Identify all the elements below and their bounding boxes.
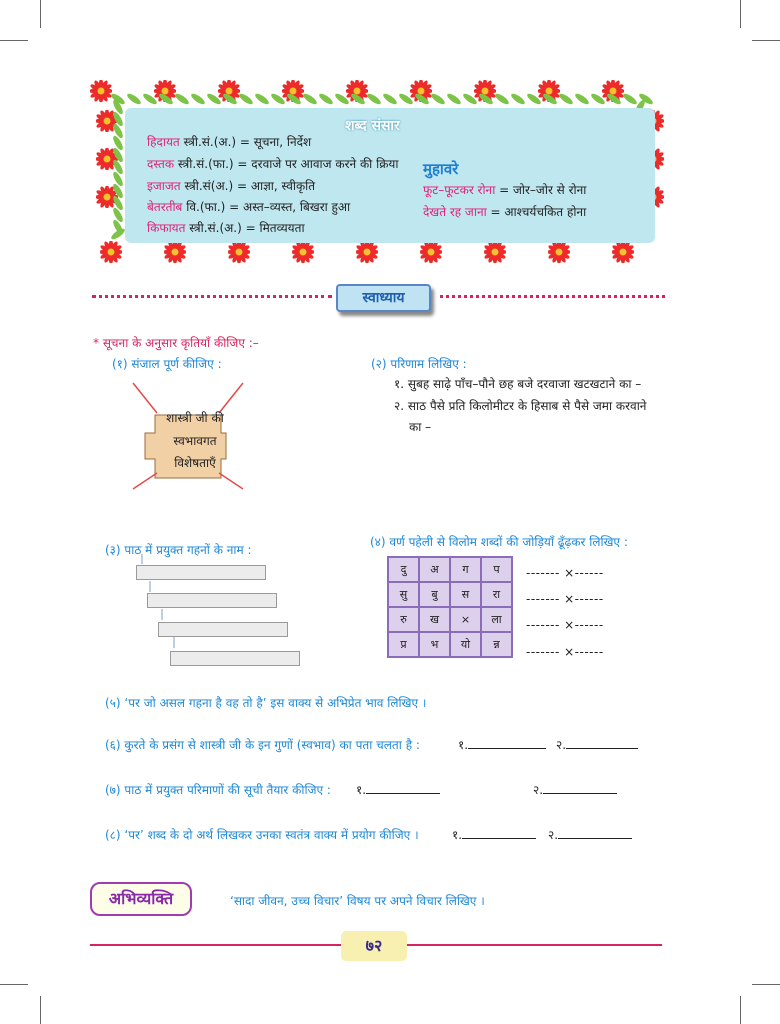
q6-label: (६) कुरते के प्रसंग से शास्त्री जी के इन… bbox=[105, 738, 420, 752]
flower-icon bbox=[90, 80, 112, 102]
grid-cell: × bbox=[449, 606, 482, 633]
vocab-entry: किफायत स्त्री.सं.(अ.) = मितव्ययता bbox=[147, 221, 305, 235]
grid-cell: यो bbox=[449, 631, 482, 658]
leaf-icon bbox=[573, 91, 591, 107]
q5-label: (५) ‘पर जो असल गहना है वह तो है’ इस वाक्… bbox=[105, 696, 427, 710]
leaf-icon bbox=[365, 91, 383, 107]
leaf-icon bbox=[381, 91, 399, 107]
leaf-icon bbox=[509, 91, 527, 107]
idiom-entry: देखते रह जाना = आश्चर्यचकित होना bbox=[423, 205, 587, 219]
leaf-icon bbox=[301, 91, 319, 107]
dotted-divider-left bbox=[92, 295, 332, 299]
page-number: ७२ bbox=[341, 931, 407, 961]
grid-cell: न्न bbox=[480, 631, 513, 658]
grid-cell: ला bbox=[480, 606, 513, 633]
flower-icon bbox=[612, 241, 634, 263]
flower-icon bbox=[548, 241, 570, 263]
grid-cell: ग bbox=[449, 556, 482, 583]
vocab-entry: इजाजत स्त्री.सं(अ.) = आज्ञा, स्वीकृति bbox=[147, 179, 316, 193]
leaf-icon bbox=[445, 91, 463, 107]
q8-answer-2[interactable]: २. bbox=[548, 826, 633, 843]
svadhyay-banner: स्वाध्याय bbox=[336, 284, 431, 312]
grid-cell: दु bbox=[387, 556, 420, 583]
abhivyakti-tag: अभिव्यक्ति bbox=[90, 882, 192, 916]
leaf-icon bbox=[493, 91, 511, 107]
grid-cell: ख bbox=[418, 606, 451, 633]
q2-item: का – bbox=[409, 420, 432, 434]
ornament-answer-box[interactable] bbox=[170, 651, 300, 666]
q7-answer-2[interactable]: २. bbox=[533, 781, 618, 798]
q4-label: (४) वर्ण पहेली से विलोम शब्दों की जोड़िय… bbox=[370, 535, 628, 549]
antonym-pair-blank[interactable]: ------- ×------ bbox=[526, 566, 604, 580]
expression-prompt: ‘सादा जीवन, उच्च विचार’ विषय पर अपने विच… bbox=[230, 894, 485, 908]
leaf-icon bbox=[557, 91, 575, 107]
q6-answer-2[interactable]: २. bbox=[556, 736, 639, 753]
q6-answer-1[interactable]: १. bbox=[458, 736, 547, 753]
grid-cell: रु bbox=[387, 606, 420, 633]
instruction-text: * सूचना के अनुसार कृतियाँ कीजिए :– bbox=[93, 336, 259, 350]
leaf-icon bbox=[173, 91, 191, 107]
web-center-line: विशेषताएँ bbox=[174, 456, 216, 470]
leaf-icon bbox=[125, 91, 143, 107]
vocab-entry: हिदायत स्त्री.सं.(अ.) = सूचना, निर्देश bbox=[147, 135, 312, 149]
letter-puzzle-grid: दु अ ग प सु बु स रा रु ख × ला प्र भ यो न… bbox=[387, 556, 513, 658]
flower-icon bbox=[292, 241, 314, 263]
q8-answer-1[interactable]: १. bbox=[452, 826, 537, 843]
grid-cell: प्र bbox=[387, 631, 420, 658]
grid-cell: अ bbox=[418, 556, 451, 583]
web-center-line: स्वभावगत bbox=[173, 434, 217, 448]
leaf-icon bbox=[429, 91, 447, 107]
q2-label: (२) परिणाम लिखिए : bbox=[371, 357, 467, 371]
vocab-title: शब्द संसार bbox=[345, 118, 400, 134]
flower-icon bbox=[164, 241, 186, 263]
leaf-icon bbox=[237, 91, 255, 107]
q8-label: (८) ‘पर’ शब्द के दो अर्थ लिखकर उनका स्वत… bbox=[105, 828, 419, 842]
flower-icon bbox=[420, 241, 442, 263]
q1-label: (१) संजाल पूर्ण कीजिए : bbox=[112, 357, 222, 371]
antonym-pair-blank[interactable]: ------- ×------ bbox=[526, 592, 604, 606]
grid-cell: बु bbox=[418, 581, 451, 608]
grid-cell: रा bbox=[480, 581, 513, 608]
vocab-entry: दस्तक स्त्री.सं.(फा.) = दरवाजे पर आवाज क… bbox=[147, 157, 399, 171]
antonym-pair-blank[interactable]: ------- ×------ bbox=[526, 645, 604, 659]
idioms-title: मुहावरे bbox=[423, 160, 459, 178]
grid-cell: प bbox=[480, 556, 513, 583]
ornament-answer-box[interactable] bbox=[147, 593, 277, 608]
leaf-icon bbox=[317, 91, 335, 107]
q2-item: २. साठ पैसे प्रति किलोमीटर के हिसाब से प… bbox=[394, 399, 647, 413]
grid-cell: स bbox=[449, 581, 482, 608]
flower-icon bbox=[356, 241, 378, 263]
grid-cell: भ bbox=[418, 631, 451, 658]
flower-icon bbox=[484, 241, 506, 263]
q7-label: (७) पाठ में प्रयुक्त परिमाणों की सूची तै… bbox=[105, 783, 331, 797]
ornament-answer-box[interactable] bbox=[136, 565, 266, 580]
flower-icon bbox=[228, 241, 250, 263]
web-center-line: शास्त्री जी की bbox=[166, 411, 224, 425]
antonym-pair-blank[interactable]: ------- ×------ bbox=[526, 618, 604, 632]
q7-answer-1[interactable]: १. bbox=[356, 781, 441, 798]
idiom-entry: फूट–फूटकर रोना = जोर–जोर से रोना bbox=[423, 183, 587, 197]
dotted-divider-right bbox=[440, 295, 665, 299]
flower-icon bbox=[100, 241, 122, 263]
q2-item: १. सुबह साढ़े पाँच–पौने छह बजे दरवाजा खट… bbox=[394, 377, 642, 391]
ornament-answer-box[interactable] bbox=[158, 622, 288, 637]
leaf-icon bbox=[189, 91, 207, 107]
grid-cell: सु bbox=[387, 581, 420, 608]
leaf-icon bbox=[253, 91, 271, 107]
vocab-entry: बेतरतीब वि.(फा.) = अस्त–व्यस्त, बिखरा हु… bbox=[147, 200, 351, 214]
leaf-icon bbox=[621, 91, 639, 107]
